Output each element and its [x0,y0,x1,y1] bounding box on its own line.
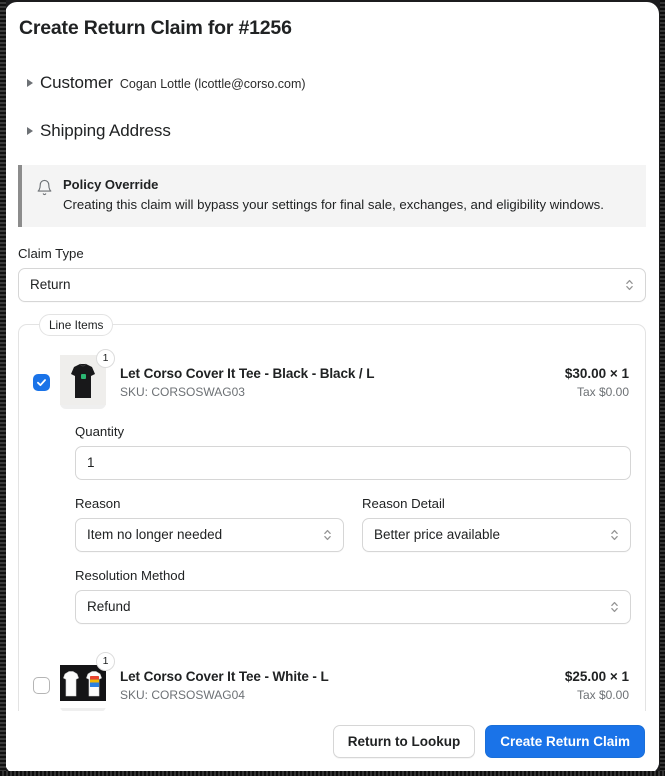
window-left-edge [0,0,6,776]
reason-detail-value: Better price available [374,527,501,543]
quantity-label: Quantity [75,423,125,439]
triangle-right-icon[interactable] [27,79,33,87]
chevron-updown-icon [610,599,619,615]
quantity-value: 1 [87,455,95,471]
customer-value: Cogan Lottle (lcottle@corso.com) [119,77,306,91]
line-item-row[interactable]: 1 Let Corso Cover It Tee - Black - Black… [33,347,631,410]
line-item-price-col: $30.00 × 1 Tax $0.00 [565,366,631,399]
disclosure-shipping-address[interactable]: Shipping Address [5,121,659,141]
white-tee-thumbnail [60,657,106,712]
create-return-claim-modal: Create Return Claim for #1256 Customer C… [5,2,659,774]
return-to-lookup-button[interactable]: Return to Lookup [332,725,476,758]
chevron-updown-icon [625,277,634,293]
reason-row: Reason Item no longer needed Reason Deta… [75,496,631,552]
line-item-sku: SKU: CORSOSWAG04 [120,687,245,702]
chevron-updown-icon [323,527,332,543]
quantity-input[interactable]: 1 [75,445,631,480]
resolution-method-value: Refund [87,599,131,615]
line-item-tax: Tax $0.00 [576,687,629,702]
line-item-quantity-badge: 1 [96,651,115,671]
line-item-form: Quantity 1 Reason Item no longer needed [33,410,631,624]
policy-override-title: Policy Override [63,177,159,192]
line-item-quantity-badge: 1 [96,348,115,368]
line-item-thumbnail-wrap: 1 [60,651,115,713]
triangle-right-icon[interactable] [27,127,33,135]
line-items-fieldset: Line Items 1 Let Corso Cover It Tee - Bl… [18,313,646,730]
line-item-sku: SKU: CORSOSWAG03 [120,384,245,399]
reason-detail-label: Reason Detail [362,495,445,511]
claim-type-value: Return [30,277,71,293]
line-item-info: Let Corso Cover It Tee - Black - Black /… [120,366,555,399]
bell-icon [36,179,53,214]
reason-label: Reason [75,495,121,511]
reason-col: Reason Item no longer needed [75,496,344,552]
line-item-price: $30.00 × 1 [564,365,629,381]
resolution-block: Resolution Method Refund [75,568,631,624]
line-item-checkbox[interactable] [33,373,50,391]
window-right-edge [660,0,665,776]
disclosure-customer[interactable]: Customer Cogan Lottle (lcottle@corso.com… [5,73,659,93]
claim-type-select[interactable]: Return [18,267,646,302]
reason-select[interactable]: Item no longer needed [75,517,344,552]
line-item-title: Let Corso Cover It Tee - Black - Black /… [120,365,375,381]
create-return-claim-button[interactable]: Create Return Claim [485,725,645,758]
reason-detail-col: Reason Detail Better price available [362,496,631,552]
line-item-checkbox[interactable] [33,676,50,694]
line-item-tax: Tax $0.00 [576,384,629,399]
line-item-info: Let Corso Cover It Tee - White - L SKU: … [120,669,555,702]
policy-override-banner: Policy Override Creating this claim will… [18,165,646,227]
resolution-method-select[interactable]: Refund [75,589,631,624]
claim-type-label: Claim Type [18,245,84,261]
window-bottom-edge [0,771,665,776]
line-item-thumbnail-wrap: 1 [60,348,115,410]
policy-override-text: Creating this claim will bypass your set… [63,197,604,212]
line-item-price-col: $25.00 × 1 Tax $0.00 [565,669,631,702]
resolution-method-label: Resolution Method [75,567,185,583]
chevron-updown-icon [610,527,619,543]
reason-value: Item no longer needed [87,527,223,543]
line-item-row[interactable]: 1 Let Corso Cover It Tee - White - L SKU… [33,624,631,713]
modal-footer: Return to Lookup Create Return Claim [5,711,659,774]
page-title: Create Return Claim for #1256 [19,17,292,39]
line-item-title: Let Corso Cover It Tee - White - L [120,668,329,684]
reason-detail-select[interactable]: Better price available [362,517,631,552]
black-tee-thumbnail [60,354,106,409]
disclosure-shipping-label: Shipping Address [40,121,171,140]
line-items-legend: Line Items [39,313,114,336]
disclosure-customer-label: Customer [40,73,113,92]
line-item-price: $25.00 × 1 [564,668,629,684]
